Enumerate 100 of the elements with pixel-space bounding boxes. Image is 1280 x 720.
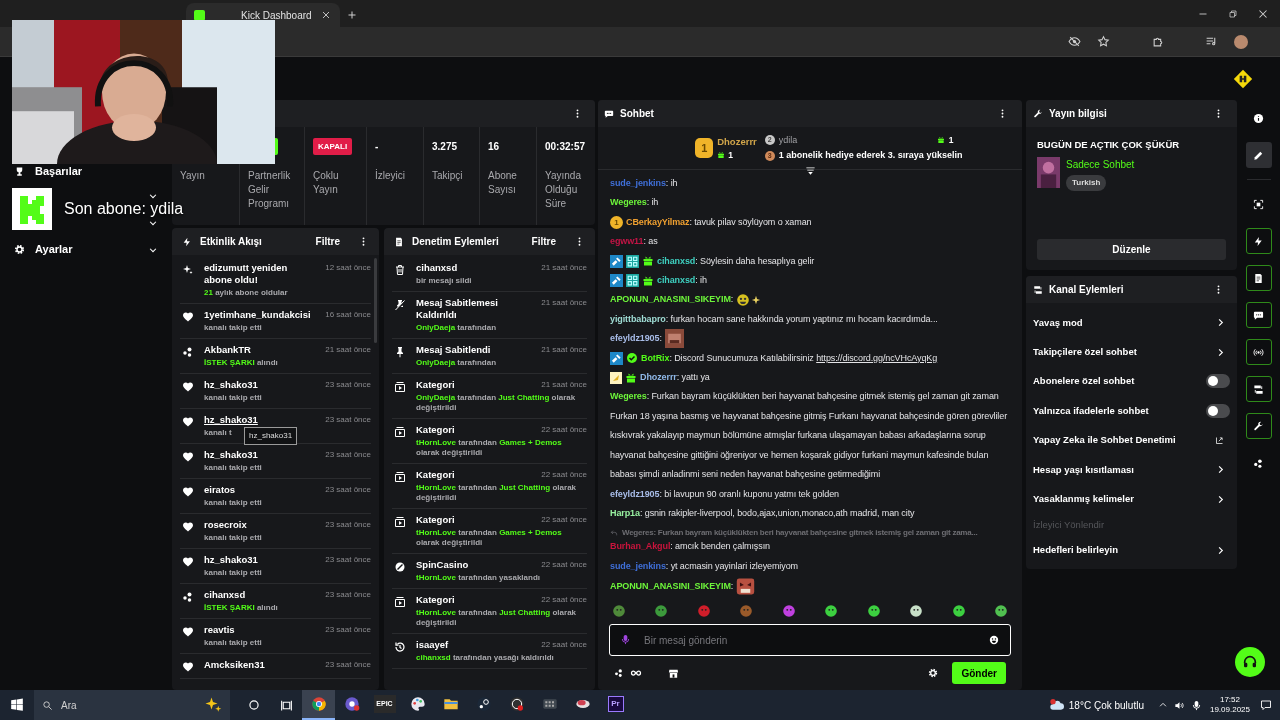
extensions-icon[interactable]	[1152, 35, 1165, 48]
infinity-icon[interactable]	[630, 667, 642, 679]
microphone-icon[interactable]	[1190, 699, 1202, 711]
bubbles-icon[interactable]	[614, 668, 624, 678]
taskbar-search[interactable]: Ara	[34, 690, 230, 720]
event-title[interactable]: hz_shako31	[204, 554, 317, 566]
link[interactable]: https://discord.gg/ncVHcAyqKg	[816, 352, 938, 363]
event-title[interactable]: Kategori	[416, 424, 533, 436]
scroll-down-icon[interactable]	[804, 166, 816, 177]
event-title[interactable]: isaayef	[416, 639, 533, 651]
weather-cloud-icon[interactable]	[1048, 697, 1065, 713]
restore-icon[interactable]	[1227, 7, 1239, 20]
leaderboard-user[interactable]: ydila	[778, 133, 933, 147]
event-title[interactable]: AkbankTR	[204, 344, 317, 356]
event-title[interactable]: Kategori	[416, 469, 533, 481]
sidebar-tool-button[interactable]	[1245, 228, 1272, 254]
speaker-icon[interactable]	[1173, 699, 1185, 711]
event-title[interactable]: cihanxsd	[416, 262, 533, 274]
taskbar-app[interactable]	[302, 690, 335, 720]
category-thumbnail[interactable]	[1037, 157, 1060, 189]
event-title[interactable]: eiratos	[204, 484, 317, 496]
menu-item[interactable]: Yavaş mod	[1033, 315, 1215, 330]
event-title[interactable]: Kategori	[416, 514, 533, 526]
filter-button[interactable]: Filtre	[531, 234, 556, 249]
scrollbar[interactable]	[374, 258, 377, 343]
event-detail: kanalı takip etti	[204, 498, 262, 508]
eye-off-icon[interactable]	[1068, 35, 1081, 48]
support-button[interactable]	[1235, 647, 1265, 677]
emoji-icon[interactable]	[989, 635, 999, 645]
language-tag[interactable]: Turkish	[1066, 175, 1107, 192]
stream-title: BUGÜN DE AÇTIK ÇOK ŞÜKÜR	[1036, 138, 1181, 152]
sidebar-tool-button[interactable]	[1245, 142, 1272, 168]
menu-item[interactable]: Yapay Zeka ile Sohbet Denetimi	[1033, 433, 1215, 448]
menu-item[interactable]: Yasaklanmış kelimeler	[1033, 491, 1215, 507]
category-link[interactable]: Sadece Sohbet	[1066, 157, 1135, 173]
event-title[interactable]: Kategori	[416, 594, 533, 606]
toggle-switch[interactable]	[1206, 374, 1230, 389]
emote-icon[interactable]	[951, 604, 966, 618]
notifications-icon[interactable]	[1260, 699, 1272, 711]
weather-text[interactable]: 18°C Çok bulutlu	[1068, 697, 1144, 713]
windows-start-icon[interactable]	[10, 698, 24, 712]
event-title[interactable]: reavtis	[204, 624, 317, 636]
menu-item[interactable]: Takipçilere özel sohbet	[1033, 344, 1215, 360]
settings-icon[interactable]	[928, 668, 939, 678]
sparkle-icon[interactable]	[204, 696, 222, 714]
event-detail: tHornLove tarafından Just Chatting olarak değiştirildi	[416, 483, 578, 503]
event-detail: OnlyDaeja tarafından	[416, 358, 497, 368]
menu-item[interactable]: Abonelere özel sohbet	[1033, 374, 1206, 389]
send-button[interactable]: Gönder	[952, 662, 1006, 684]
filter-button[interactable]: Filtre	[315, 234, 340, 249]
close-icon[interactable]	[320, 9, 332, 21]
bookmark-star-icon[interactable]	[1097, 35, 1110, 48]
event-title[interactable]: Amcksiken31	[204, 659, 317, 671]
clock-time[interactable]: 17:52	[1219, 695, 1240, 705]
event-title[interactable]: rosecroix	[204, 519, 317, 531]
sidebar-tool-button[interactable]	[1245, 376, 1272, 402]
category-icon	[394, 381, 406, 393]
taskbar-app[interactable]: Pr	[599, 690, 632, 720]
menu-item[interactable]: Yalnızca ifadelerle sohbet	[1033, 403, 1206, 418]
hammer-icon	[610, 274, 623, 288]
emote-icon[interactable]	[866, 604, 881, 618]
event-title[interactable]: edizumutt yeniden abone oldu!	[204, 262, 317, 286]
profile-avatar[interactable]	[1234, 34, 1248, 49]
event-title[interactable]: hz_shako31	[204, 414, 317, 426]
event-title[interactable]: Mesaj Sabitlendi	[416, 344, 533, 356]
cortana-icon[interactable]	[247, 698, 261, 712]
emote-icon[interactable]	[824, 604, 839, 618]
unban-icon	[394, 641, 406, 653]
emote-icon[interactable]	[909, 604, 924, 618]
store-icon[interactable]	[668, 667, 679, 679]
event-title[interactable]: Kategori	[416, 379, 533, 391]
toggle-switch[interactable]	[1206, 403, 1230, 418]
sidebar-tool-button[interactable]	[1245, 302, 1272, 328]
leaderboard-user[interactable]: Dhozerrr	[717, 134, 757, 149]
heart-icon	[182, 661, 194, 673]
sidebar-tool-button[interactable]	[1245, 339, 1272, 365]
emote-icon[interactable]	[993, 604, 1008, 618]
new-tab-icon[interactable]	[346, 9, 358, 21]
event-title[interactable]: hz_shako31	[204, 449, 317, 461]
edit-button[interactable]: Düzenle	[1037, 239, 1226, 260]
sidebar-tool-button[interactable]	[1245, 413, 1272, 439]
event-time: 22 saat önce	[540, 595, 587, 605]
event-title[interactable]: Mesaj Sabitlemesi Kaldırıldı	[416, 297, 533, 321]
sidebar-tool-button[interactable]	[1245, 265, 1272, 291]
task-view-icon[interactable]	[279, 698, 293, 712]
menu-item[interactable]: Hesap yaşı kısıtlaması	[1033, 462, 1215, 477]
menu-item[interactable]: Hedefleri belirleyin	[1033, 543, 1215, 558]
event-title[interactable]: cihanxsd	[204, 589, 317, 601]
sidebar-item[interactable]: Ayarlar	[35, 241, 73, 258]
diamond-logo-icon[interactable]	[1233, 68, 1253, 89]
event-title[interactable]: SpinCasino	[416, 559, 533, 571]
clock-date[interactable]: 19.09.2025	[1209, 705, 1250, 715]
sidebar-item[interactable]: Başarılar	[35, 162, 83, 180]
event-title[interactable]: hz_shako31	[204, 379, 317, 391]
media-icon[interactable]	[1205, 35, 1218, 48]
chat-icon	[1253, 309, 1264, 321]
external-link-icon[interactable]	[1215, 435, 1224, 445]
message-input[interactable]: Bir mesaj gönderin	[609, 624, 1011, 656]
chevron-up-icon[interactable]	[1157, 700, 1168, 710]
event-title[interactable]: 1yetimhane_kundakcisi	[204, 309, 317, 321]
